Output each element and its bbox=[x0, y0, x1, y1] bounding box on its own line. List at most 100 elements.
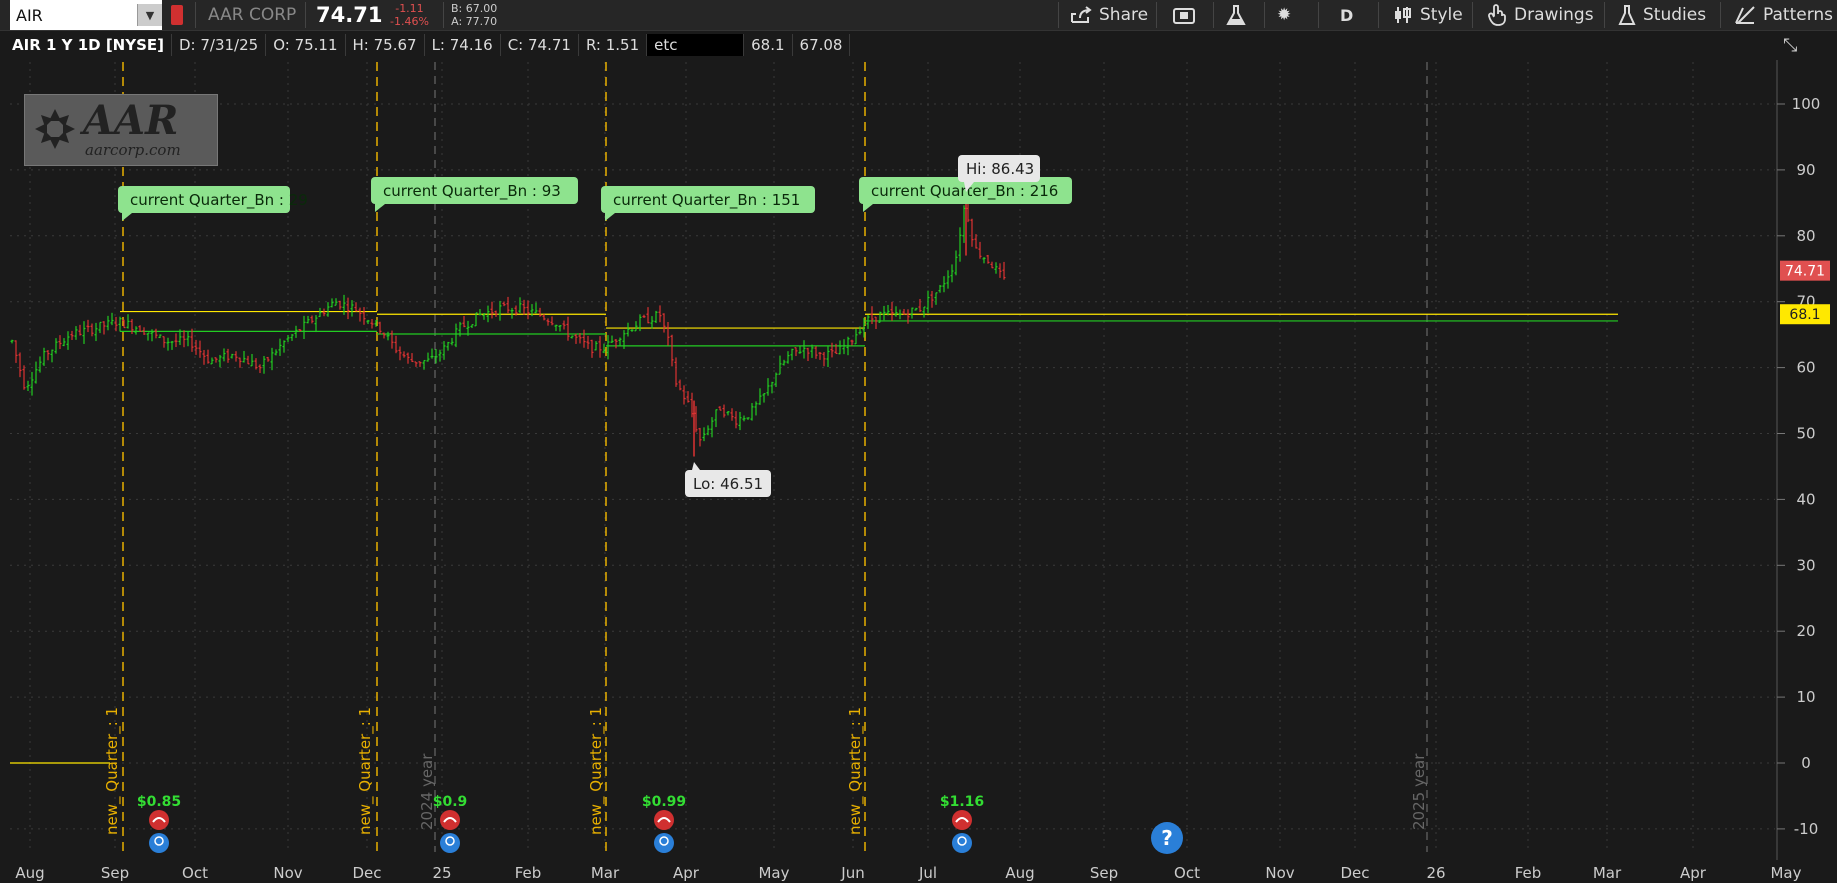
bulb-icon bbox=[440, 833, 460, 853]
study-value-1: 68.1 bbox=[744, 34, 793, 56]
open-readout: O: 75.11 bbox=[266, 34, 346, 56]
quarter-annotation-label: current Quarter_Bn : 29 bbox=[130, 191, 308, 210]
x-tick-label: Apr bbox=[1680, 864, 1707, 882]
x-tick-label: Feb bbox=[515, 864, 542, 882]
symbol-link-icon[interactable] bbox=[171, 5, 183, 25]
x-tick-label: Feb bbox=[1515, 864, 1542, 882]
x-tick-label: Aug bbox=[15, 864, 44, 882]
divider bbox=[1472, 2, 1473, 28]
help-icon-label: ? bbox=[1161, 826, 1173, 850]
x-tick-label: May bbox=[758, 864, 789, 882]
earnings-phone-icon bbox=[654, 810, 674, 830]
y-tick-label: 0 bbox=[1801, 754, 1811, 772]
bulb-icon bbox=[654, 833, 674, 853]
price-marker-label: 68.1 bbox=[1789, 307, 1820, 323]
logo-url: aarcorp.com bbox=[85, 141, 181, 159]
bulb-icon bbox=[952, 833, 972, 853]
earnings-phone-icon bbox=[149, 810, 169, 830]
quarter-label: new_ Quarter_: 1 bbox=[587, 707, 606, 835]
dividend-label: $0.85 bbox=[137, 794, 181, 810]
study-value-2: 67.08 bbox=[793, 34, 851, 56]
chart-title[interactable]: AIR 1 Y 1D [NYSE] bbox=[0, 34, 172, 56]
hand-pointer-icon bbox=[1488, 4, 1506, 26]
snapshot-button[interactable] bbox=[1172, 0, 1196, 30]
period-button[interactable]: D bbox=[1340, 0, 1353, 30]
quarter-label: new_ Quarter_: 1 bbox=[103, 707, 122, 835]
bulb-icon bbox=[149, 833, 169, 853]
annotation-pointer bbox=[863, 204, 873, 212]
etc-readout: etc bbox=[647, 34, 745, 56]
divider bbox=[1156, 2, 1157, 28]
price-chart[interactable]: current Quarter_Bn : 29 current Quarter_B… bbox=[0, 0, 1837, 883]
y-tick-label: 90 bbox=[1796, 161, 1815, 179]
drawings-label: Drawings bbox=[1514, 5, 1594, 25]
y-tick-label: 20 bbox=[1796, 622, 1815, 640]
x-tick-label: Dec bbox=[1340, 864, 1369, 882]
bid-value: B: 67.00 bbox=[451, 2, 498, 15]
dividend-label: $0.99 bbox=[642, 794, 686, 810]
share-button[interactable]: Share bbox=[1070, 0, 1148, 30]
change-value: -1.11 bbox=[395, 2, 424, 15]
x-tick-label: Apr bbox=[673, 864, 700, 882]
divider bbox=[1318, 2, 1319, 28]
x-tick-label: Jun bbox=[840, 864, 864, 882]
symbol-value[interactable]: AIR bbox=[10, 6, 137, 25]
flask-button[interactable] bbox=[1226, 0, 1246, 30]
x-axis: Aug Sep Oct Nov Dec 25 Feb Mar Apr May Jun Jul Aug Se… bbox=[15, 864, 1801, 882]
y-tick-label: 100 bbox=[1792, 95, 1821, 113]
x-tick-label: May bbox=[1770, 864, 1801, 882]
logo-name: AAR bbox=[83, 97, 179, 144]
ask-value: A: 77.70 bbox=[451, 15, 498, 28]
x-tick-label: 26 bbox=[1426, 864, 1445, 882]
gear-icon: ✹ bbox=[1277, 5, 1292, 25]
y-tick-label: 40 bbox=[1796, 490, 1815, 508]
chevron-down-icon[interactable]: ▼ bbox=[137, 4, 162, 26]
bid-ask: B: 67.00 A: 77.70 bbox=[451, 0, 497, 30]
quarter-annotation-label: current Quarter_Bn : 151 bbox=[613, 191, 800, 210]
style-button[interactable]: Style bbox=[1393, 0, 1463, 30]
x-tick-label: Aug bbox=[1005, 864, 1034, 882]
annotations: current Quarter_Bn : 29 current Quarter_B… bbox=[103, 155, 1428, 835]
x-tick-label: Sep bbox=[1090, 864, 1118, 882]
drawings-button[interactable]: Drawings bbox=[1487, 0, 1594, 30]
share-icon bbox=[1071, 6, 1092, 23]
quarter-label: new_ Quarter_: 1 bbox=[846, 707, 865, 835]
low-label-pointer bbox=[692, 462, 700, 470]
year-label: 2024 year bbox=[418, 753, 436, 830]
x-tick-label: Mar bbox=[591, 864, 620, 882]
x-tick-label: Oct bbox=[182, 864, 208, 882]
earnings-phone-icon bbox=[440, 810, 460, 830]
divider bbox=[195, 2, 196, 28]
divider bbox=[443, 2, 444, 28]
company-logo: AAR aarcorp.com bbox=[24, 94, 218, 166]
range-readout: R: 1.51 bbox=[579, 34, 648, 56]
patterns-button[interactable]: Patterns bbox=[1734, 0, 1833, 30]
candlestick-icon bbox=[1395, 7, 1411, 23]
earnings-phone-icon bbox=[952, 810, 972, 830]
price-levels bbox=[10, 310, 1618, 764]
style-label: Style bbox=[1420, 5, 1463, 25]
divider bbox=[1378, 2, 1379, 28]
symbol-selector[interactable]: AIR ▼ bbox=[10, 0, 162, 30]
expand-collapse-icon[interactable]: ⤡ bbox=[1783, 35, 1797, 56]
x-tick-label: Nov bbox=[273, 864, 302, 882]
x-tick-label: Sep bbox=[101, 864, 129, 882]
x-tick-label: Mar bbox=[1593, 864, 1622, 882]
settings-button[interactable]: ✹ bbox=[1277, 0, 1291, 30]
studies-button[interactable]: Studies bbox=[1618, 0, 1706, 30]
divider bbox=[1213, 2, 1214, 28]
y-tick-label: 30 bbox=[1796, 556, 1815, 574]
y-tick-label: 80 bbox=[1796, 227, 1815, 245]
change-percent: -1.46% bbox=[390, 15, 429, 28]
studies-label: Studies bbox=[1643, 5, 1707, 25]
low-readout: L: 74.16 bbox=[425, 34, 501, 56]
share-label: Share bbox=[1099, 5, 1149, 25]
divider bbox=[1604, 2, 1605, 28]
divider bbox=[1720, 2, 1721, 28]
flask-icon bbox=[1618, 5, 1636, 25]
dividend-label: $0.9 bbox=[433, 794, 468, 810]
top-toolbar: AIR ▼ AAR CORP 74.71 -1.11 -1.46% B: 67.… bbox=[0, 0, 1837, 31]
close-readout: C: 74.71 bbox=[501, 34, 579, 56]
x-tick-label: Nov bbox=[1265, 864, 1294, 882]
quarter-label: new_ Quarter_: 1 bbox=[356, 707, 375, 835]
